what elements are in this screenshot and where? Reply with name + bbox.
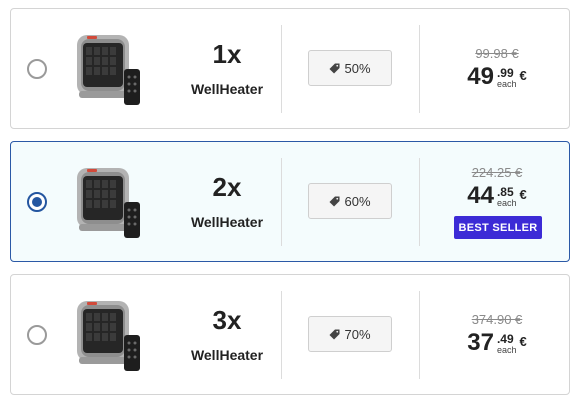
price-currency: € <box>519 68 527 83</box>
price-each-label: each <box>496 345 517 355</box>
price-cents: .49 <box>496 332 514 346</box>
price-integer: 37 <box>467 329 494 356</box>
offer-radio-button[interactable] <box>27 192 47 212</box>
offer-radio-button[interactable] <box>27 325 47 345</box>
offer-product-name: WellHeater <box>190 214 264 230</box>
discount-badge: 70% <box>308 316 392 352</box>
discount-value: 70% <box>344 326 371 342</box>
tag-icon <box>329 328 341 340</box>
offer-card-2x[interactable]: 2x WellHeater 60% 224.25 € 44 .85 each € … <box>10 141 570 262</box>
price-cents: .99 <box>496 66 514 80</box>
offer-card-1x[interactable]: 1x WellHeater 50% 99.98 € 49 .99 each € <box>10 8 570 129</box>
discount-badge: 50% <box>308 50 392 86</box>
tag-icon <box>329 62 341 74</box>
unit-price: 49 .99 each € <box>431 63 563 91</box>
column-divider <box>281 158 282 246</box>
offer-quantity: 2x <box>212 172 242 202</box>
column-divider <box>419 25 420 113</box>
unit-price: 37 .49 each € <box>431 329 563 357</box>
column-divider <box>419 158 420 246</box>
old-price: 99.98 € <box>475 46 519 61</box>
discount-value: 60% <box>344 193 371 209</box>
offer-quantity: 1x <box>212 39 242 69</box>
price-each-label: each <box>496 79 517 89</box>
price-each-label: each <box>496 198 517 208</box>
old-price: 224.25 € <box>471 165 523 180</box>
offer-product-name: WellHeater <box>190 347 264 363</box>
price-cents: .85 <box>496 185 514 199</box>
column-divider <box>419 291 420 379</box>
price-currency: € <box>519 334 527 349</box>
offer-quantity: 3x <box>212 305 242 335</box>
discount-badge: 60% <box>308 183 392 219</box>
radio-selected-dot <box>32 197 42 207</box>
price-integer: 44 <box>467 182 494 209</box>
heater-product-image <box>77 301 140 371</box>
price-integer: 49 <box>467 63 494 90</box>
heater-product-image <box>77 168 140 238</box>
heater-product-image <box>77 35 140 105</box>
best-seller-badge: BEST SELLER <box>454 216 542 239</box>
column-divider <box>281 25 282 113</box>
unit-price: 44 .85 each € <box>431 182 563 210</box>
old-price: 374.90 € <box>471 312 523 327</box>
offer-radio-button[interactable] <box>27 59 47 79</box>
offer-card-3x[interactable]: 3x WellHeater 70% 374.90 € 37 .49 each € <box>10 274 570 395</box>
price-currency: € <box>519 187 527 202</box>
discount-value: 50% <box>344 60 371 76</box>
column-divider <box>281 291 282 379</box>
offer-product-name: WellHeater <box>190 81 264 97</box>
tag-icon <box>329 195 341 207</box>
